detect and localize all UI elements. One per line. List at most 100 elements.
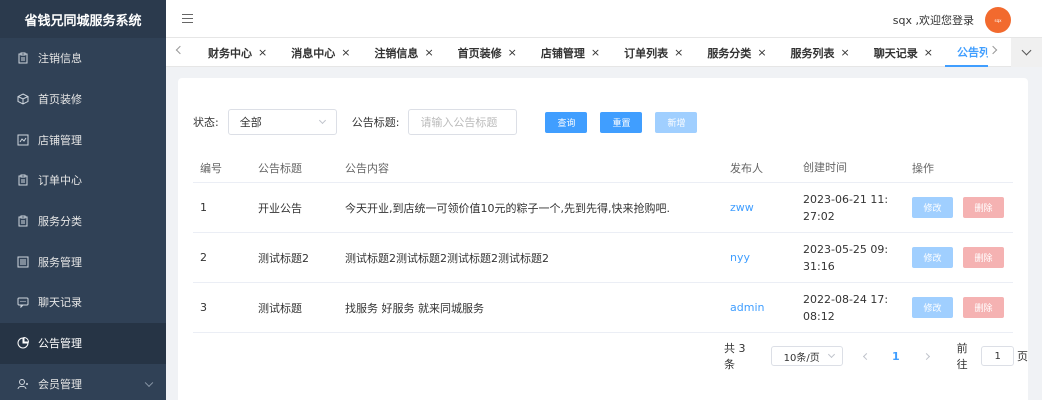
announcement-table: 编号 公告标题 公告内容 发布人 创建时间 操作 1 开业公告 今天开业,到店统… (193, 153, 1013, 333)
tab-label: 公告列表 (956, 45, 988, 59)
title-search-input[interactable]: 请输入公告标题 (408, 109, 518, 135)
tab-label: 首页装修 (457, 46, 502, 60)
tab-label: 服务分类 (707, 46, 752, 60)
hamburger-menu-icon[interactable] (182, 14, 193, 23)
sidebar-item-label: 注销信息 (38, 52, 82, 66)
status-label: 状态: (193, 116, 219, 129)
cell-id: 3 (200, 301, 207, 314)
sidebar-item-order-center[interactable]: 订单中心 (0, 160, 166, 201)
welcome-text: sqx ,欢迎您登录 (892, 14, 974, 27)
goto-page-input[interactable]: 1 (981, 346, 1014, 366)
column-header: 创建时间 (803, 161, 847, 174)
cell-publisher[interactable]: nyy (723, 233, 796, 282)
close-icon[interactable]: × (924, 46, 933, 59)
close-icon[interactable]: × (841, 46, 850, 59)
sidebar-item-homepage-decoration[interactable]: 首页装修 (0, 79, 166, 120)
sidebar-item-member-management[interactable]: 会员管理 (0, 364, 166, 400)
clipboard-icon (18, 52, 28, 64)
tab-label: 财务中心 (208, 46, 252, 60)
sidebar-item-announcement-management[interactable]: 公告管理 (0, 322, 166, 364)
cell-title: 开业公告 (258, 201, 302, 215)
tab-label: 服务列表 (790, 46, 835, 60)
clipboard-icon (18, 174, 28, 186)
cell-actions: 修改 删除 (905, 283, 1013, 332)
page-size-value: 10条/页 (783, 352, 820, 364)
sidebar-item-chat-records[interactable]: 聊天记录 (0, 282, 166, 323)
prev-page-icon[interactable] (862, 352, 870, 360)
total-count: 共 3 条 (724, 342, 746, 371)
delete-button[interactable]: 删除 (963, 197, 1004, 218)
sidebar-item-deregistration[interactable]: 注销信息 (0, 38, 166, 79)
goto-label: 前往 (956, 342, 968, 371)
cell-content: 测试标题2测试标题2测试标题2测试标题2 (345, 251, 549, 265)
cube-icon (17, 93, 29, 105)
query-button[interactable]: 查询 (545, 111, 588, 133)
cell-id: 2 (200, 251, 207, 264)
tabs-list: 财务中心 × 消息中心 × 注销信息 × 首页装修 × 店铺管理 × 订单列表 × 服务分类… (196, 38, 988, 67)
tab-label: 注销信息 (374, 46, 419, 60)
sidebar-item-service-management[interactable]: 服务管理 (0, 241, 166, 282)
pagination: 共 3 条 10条/页 1 前往 1 页 (724, 342, 1028, 371)
tab-finance-center[interactable]: 财务中心 × (196, 38, 279, 67)
chevron-left-icon[interactable] (175, 45, 185, 55)
pie-icon (17, 337, 29, 349)
tab-chat-records[interactable]: 聊天记录 × (862, 38, 945, 67)
cell-actions: 修改 删除 (905, 233, 1013, 282)
cell-publisher[interactable]: zww (723, 183, 796, 232)
edit-button[interactable]: 修改 (912, 297, 953, 318)
sidebar-item-service-category[interactable]: 服务分类 (0, 201, 166, 242)
close-icon[interactable]: × (508, 46, 517, 59)
close-icon[interactable]: × (258, 46, 267, 59)
close-icon[interactable]: × (757, 46, 766, 59)
title-search-placeholder: 请输入公告标题 (420, 116, 498, 129)
page-number-current[interactable]: 1 (892, 350, 900, 363)
reset-button[interactable]: 重置 (600, 111, 643, 133)
sidebar-item-label: 首页装修 (38, 93, 82, 107)
table-row: 3 测试标题 找服务 好服务 就来同城服务 admin 2022-08-24 1… (193, 283, 1013, 333)
tab-order-list[interactable]: 订单列表 × (612, 38, 695, 67)
tab-message-center[interactable]: 消息中心 × (279, 38, 362, 67)
avatar[interactable]: sqx (985, 7, 1011, 33)
close-icon[interactable]: × (674, 46, 683, 59)
tab-store-management[interactable]: 店铺管理 × (529, 38, 612, 67)
status-select[interactable]: 全部 (227, 109, 337, 135)
sidebar-item-label: 会员管理 (38, 377, 82, 391)
tab-service-list[interactable]: 服务列表 × (779, 38, 862, 67)
cell-publisher[interactable]: admin (723, 283, 796, 332)
cell-time: 2023-06-21 11:27:02 (803, 192, 889, 223)
tab-label: 消息中心 (291, 46, 336, 60)
sidebar-item-store-management[interactable]: 店铺管理 (0, 119, 166, 160)
sidebar-item-label: 服务管理 (38, 255, 82, 269)
cell-content: 找服务 好服务 就来同城服务 (345, 301, 484, 315)
sidebar-menu: 注销信息 首页装修 店铺管理 订单中心 服务分类 服务管理 聊天记录 公告管理 (0, 38, 166, 400)
page-size-select[interactable]: 10条/页 (770, 346, 843, 366)
tabs-dropdown-button[interactable] (1011, 38, 1042, 67)
cell-title: 测试标题2 (258, 251, 309, 265)
tab-homepage-decoration[interactable]: 首页装修 × (446, 38, 529, 67)
column-header: 公告标题 (258, 161, 302, 175)
chevron-down-icon (1021, 45, 1032, 56)
close-icon[interactable]: × (341, 46, 350, 59)
user-icon (17, 378, 28, 389)
cell-title: 测试标题 (258, 301, 302, 315)
edit-button[interactable]: 修改 (912, 247, 953, 268)
edit-button[interactable]: 修改 (912, 197, 953, 218)
cell-content: 今天开业,到店统一可领价值10元的粽子一个,先到先得,快来抢购吧. (345, 201, 670, 215)
tab-service-category[interactable]: 服务分类 × (695, 38, 778, 67)
add-button[interactable]: 新增 (655, 111, 698, 133)
delete-button[interactable]: 删除 (963, 247, 1004, 268)
chevron-down-icon (144, 378, 154, 387)
tab-deregistration-info[interactable]: 注销信息 × (362, 38, 445, 67)
next-page-icon[interactable] (922, 352, 930, 360)
tab-announcement-list[interactable]: 公告列表× (944, 38, 988, 67)
sidebar: 省钱兄同城服务系统 注销信息 首页装修 店铺管理 订单中心 服务分类 服务管理 … (0, 0, 166, 400)
chevron-down-icon (318, 116, 326, 125)
sidebar-item-label: 服务分类 (38, 215, 82, 229)
cell-id: 1 (200, 201, 207, 214)
delete-button[interactable]: 删除 (963, 297, 1004, 318)
chevron-right-icon[interactable] (988, 45, 998, 55)
close-icon[interactable]: × (591, 46, 600, 59)
cell-time: 2022-08-24 17:08:12 (803, 292, 889, 323)
tabs-bar: 财务中心 × 消息中心 × 注销信息 × 首页装修 × 店铺管理 × 订单列表 × 服务分类… (166, 38, 1042, 67)
close-icon[interactable]: × (424, 46, 433, 59)
